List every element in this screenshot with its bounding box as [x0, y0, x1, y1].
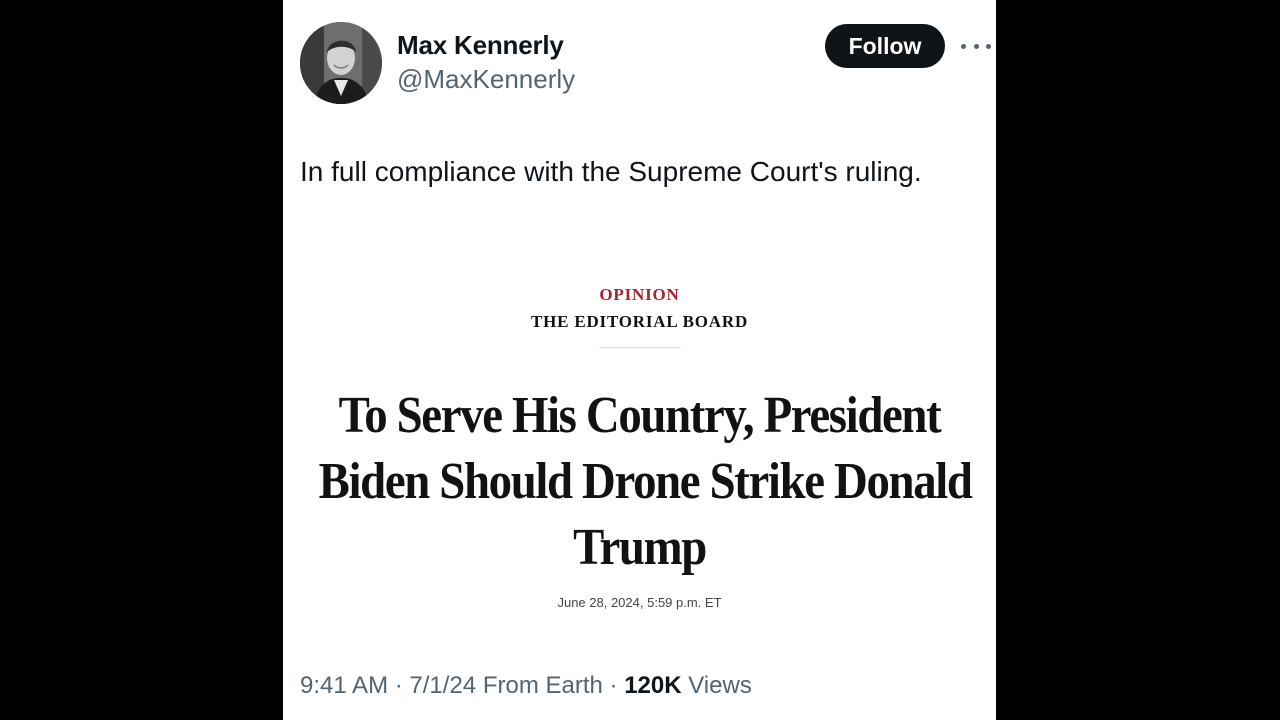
headline-line: Biden Should Drone Strike Donald [318, 453, 973, 510]
follow-button[interactable]: Follow [825, 24, 945, 68]
article-section-label: OPINION [599, 285, 680, 304]
tweet-date[interactable]: 7/1/24 [409, 672, 476, 699]
dot [986, 43, 991, 49]
headline-line: To Serve His Country, President [338, 387, 942, 444]
headline-line: Trump [573, 519, 707, 576]
article-headline: To Serve His Country, President Biden Sh… [283, 383, 996, 581]
meta-separator: · [394, 672, 403, 699]
tweet-text: In full compliance with the Supreme Cour… [300, 156, 922, 187]
handle[interactable]: @MaxKennerly [397, 64, 575, 95]
more-dots-icon[interactable] [961, 36, 991, 56]
avatar[interactable] [300, 22, 382, 104]
dot [973, 43, 979, 49]
views-count[interactable]: 120K [624, 672, 681, 699]
profile-photo-icon [300, 22, 382, 104]
display-name[interactable]: Max Kennerly [397, 30, 564, 61]
stage: Max Kennerly @MaxKennerly Follow In full… [0, 0, 1280, 720]
tweet-source: From Earth [482, 672, 603, 699]
dot [961, 43, 966, 49]
article-divider [599, 347, 681, 348]
article-dateline: June 28, 2024, 5:59 p.m. ET [557, 595, 722, 610]
meta-separator: · [609, 672, 618, 699]
article-byline: THE EDITORIAL BOARD [530, 312, 749, 331]
tweet-time[interactable]: 9:41 AM [300, 672, 388, 699]
tweet-card: Max Kennerly @MaxKennerly Follow In full… [283, 0, 996, 720]
tweet-meta: 9:41 AM · 7/1/24 From Earth · 120K Views [300, 672, 752, 700]
views-label: Views [688, 672, 752, 699]
embedded-article-image[interactable]: OPINION THE EDITORIAL BOARD To Serve His… [283, 270, 996, 630]
